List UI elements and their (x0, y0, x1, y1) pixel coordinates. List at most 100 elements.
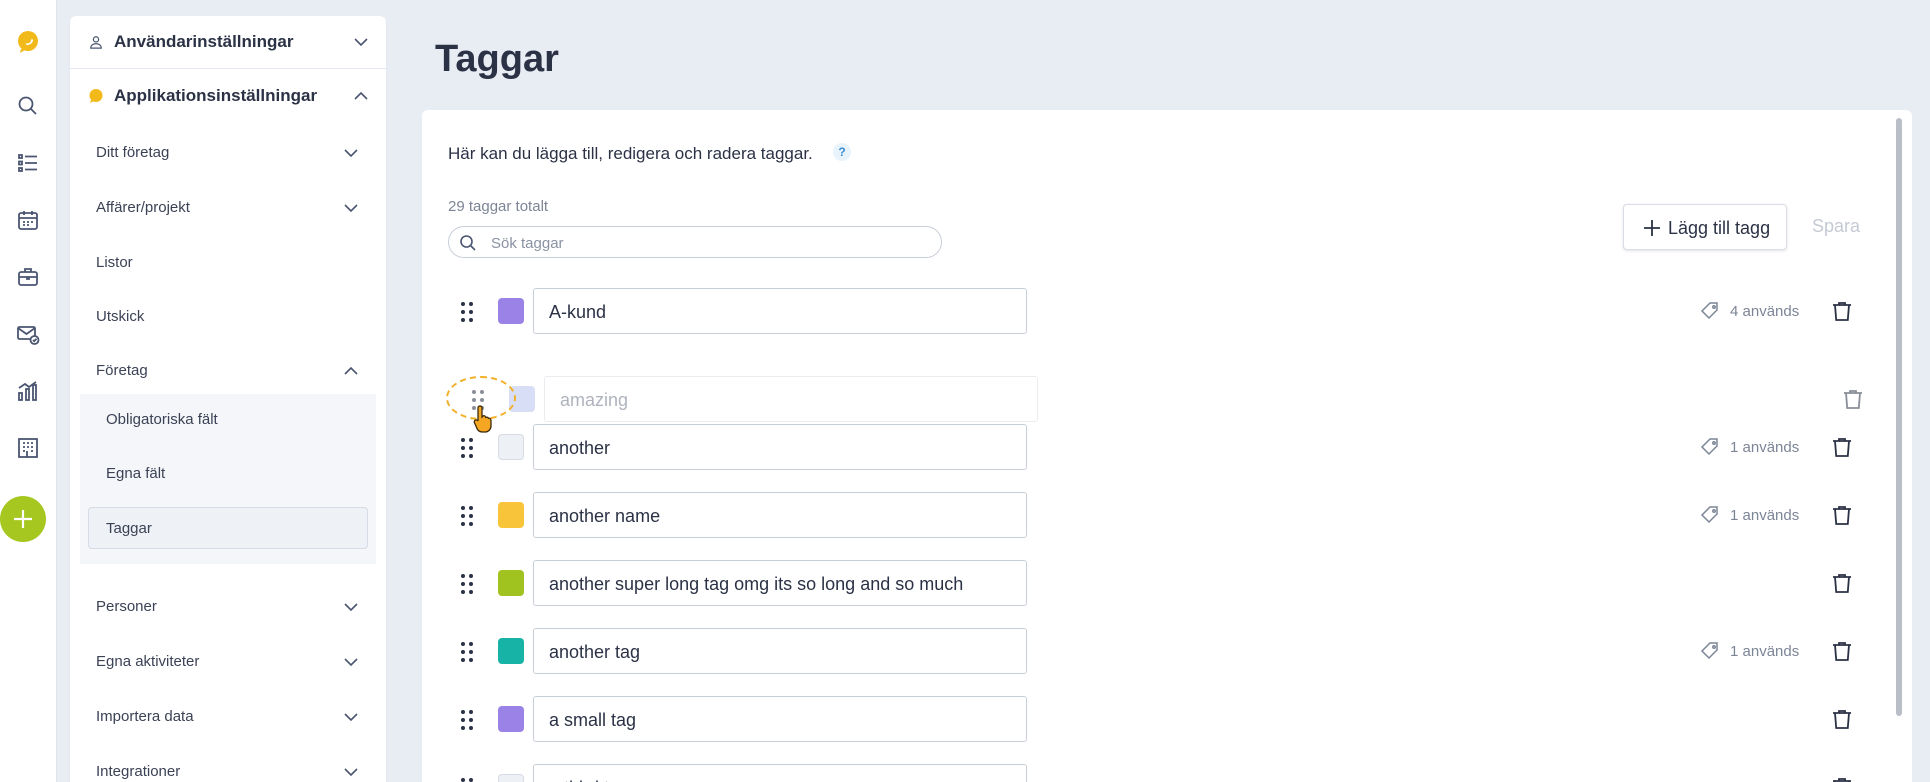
tag-icon (1700, 302, 1718, 320)
search-icon[interactable] (10, 88, 46, 124)
trash-icon[interactable] (1830, 571, 1854, 595)
tag-icon (1700, 506, 1718, 524)
sidebar-item-obligatoriska-falt[interactable]: Obligatoriska fält (80, 398, 376, 442)
tag-row-dragging (433, 376, 1912, 422)
color-swatch[interactable] (498, 502, 524, 528)
foretag-submenu: Obligatoriska fält Egna fält Taggar (80, 394, 376, 564)
color-swatch[interactable] (498, 706, 524, 732)
sidebar-item-label: Taggar (106, 520, 152, 537)
color-swatch[interactable] (498, 298, 524, 324)
trash-icon[interactable] (1830, 435, 1854, 459)
save-button[interactable]: Spara (1812, 216, 1860, 237)
page-title: Taggar (435, 38, 559, 80)
tag-row: 1 används (422, 492, 1912, 538)
chevron-down-icon (344, 768, 358, 777)
usage-text: 1 används (1730, 438, 1800, 456)
tag-icon (1700, 642, 1718, 660)
building-icon[interactable] (10, 430, 46, 466)
calendar-icon[interactable] (10, 202, 46, 238)
sidebar-item-label: Obligatoriska fält (106, 411, 218, 428)
add-tag-button[interactable]: Lägg till tagg (1623, 204, 1787, 250)
chevron-down-icon (344, 603, 358, 612)
tag-name-input[interactable] (547, 299, 1011, 325)
sidebar-item-label: Ditt företag (96, 144, 170, 161)
tag-name-field (544, 376, 1038, 422)
drag-handle-icon[interactable] (460, 709, 474, 731)
tag-usage: 4 används (1700, 300, 1799, 322)
tag-name-input[interactable] (558, 387, 1022, 413)
tag-name-field (533, 288, 1027, 334)
tag-usage: 1 används (1700, 504, 1799, 526)
trash-icon[interactable] (1830, 299, 1854, 323)
trash-icon[interactable] (1830, 775, 1854, 782)
tag-name-field (533, 560, 1027, 606)
user-icon (88, 34, 104, 50)
drag-handle-icon[interactable] (460, 777, 474, 782)
chevron-down-icon (344, 149, 358, 158)
sidebar-item-utskick[interactable]: Utskick (70, 295, 386, 339)
help-icon[interactable]: ? (833, 143, 851, 161)
briefcase-icon[interactable] (10, 259, 46, 295)
intro-text: Här kan du lägga till, redigera och rade… (448, 144, 813, 163)
trash-icon[interactable] (1841, 387, 1865, 411)
sidebar-item-taggar[interactable]: Taggar (88, 507, 368, 549)
drag-handle-icon[interactable] (460, 437, 474, 459)
tag-name-input[interactable] (547, 707, 1011, 733)
tag-name-field (533, 764, 1027, 782)
color-swatch[interactable] (498, 434, 524, 460)
sidebar-item-listor[interactable]: Listor (70, 241, 386, 285)
sidebar-item-label: Affärer/projekt (96, 199, 190, 216)
sidebar-item-affarer-projekt[interactable]: Affärer/projekt (70, 186, 386, 230)
tag-usage: 1 används (1700, 640, 1799, 662)
tag-usage: 1 används (1700, 436, 1799, 458)
tag-name-input[interactable] (547, 639, 1011, 665)
tag-row: 1 används (422, 628, 1912, 674)
tags-card: Här kan du lägga till, redigera och rade… (422, 110, 1912, 782)
drag-handle-icon[interactable] (460, 573, 474, 595)
sidebar-item-ditt-foretag[interactable]: Ditt företag (70, 131, 386, 175)
chart-icon[interactable] (10, 373, 46, 409)
sidebar-item-foretag[interactable]: Företag (70, 349, 386, 393)
drag-handle-icon[interactable] (460, 641, 474, 663)
sidebar-item-personer[interactable]: Personer (70, 585, 386, 629)
usage-text: 1 används (1730, 506, 1800, 524)
app-rail (0, 0, 57, 782)
trash-icon[interactable] (1830, 639, 1854, 663)
tag-name-input[interactable] (547, 503, 1011, 529)
chevron-down-icon (344, 204, 358, 213)
sidebar-item-label: Egna fält (106, 465, 166, 482)
app-settings-section[interactable]: Applikationsinställningar (70, 70, 386, 122)
search-icon (460, 235, 476, 251)
sidebar-item-label: Listor (96, 254, 133, 271)
mail-settings-icon[interactable] (10, 316, 46, 352)
tag-count: 29 taggar totalt (448, 198, 549, 215)
sidebar-item-integrationer[interactable]: Integrationer (70, 750, 386, 782)
tag-name-field (533, 696, 1027, 742)
tag-row (422, 560, 1912, 606)
tag-name-input[interactable] (547, 571, 1011, 597)
sidebar-item-importera-data[interactable]: Importera data (70, 695, 386, 739)
user-settings-section[interactable]: Användarinställningar (70, 16, 386, 68)
usage-text: 1 används (1730, 642, 1800, 660)
sidebar-item-label: Egna aktiviteter (96, 653, 200, 670)
add-icon[interactable] (0, 496, 46, 542)
usage-text: 4 används (1730, 302, 1800, 320)
sidebar-item-egna-aktiviteter[interactable]: Egna aktiviteter (70, 640, 386, 684)
chevron-down-icon (354, 38, 368, 47)
color-swatch[interactable] (498, 570, 524, 596)
trash-icon[interactable] (1830, 707, 1854, 731)
tag-name-input[interactable] (547, 435, 1011, 461)
sidebar-item-egna-falt[interactable]: Egna fält (80, 452, 376, 496)
color-swatch[interactable] (498, 774, 524, 782)
tag-name-field (533, 492, 1027, 538)
drag-handle-icon[interactable] (460, 505, 474, 527)
tag-name-input[interactable] (547, 775, 1011, 782)
drag-handle-icon[interactable] (460, 301, 474, 323)
tag-row (422, 764, 1912, 782)
add-tag-label: Lägg till tagg (1668, 218, 1771, 238)
trash-icon[interactable] (1830, 503, 1854, 527)
search-input[interactable] (489, 231, 933, 255)
color-swatch[interactable] (498, 638, 524, 664)
list-icon[interactable] (10, 145, 46, 181)
logo-icon[interactable] (10, 24, 46, 60)
